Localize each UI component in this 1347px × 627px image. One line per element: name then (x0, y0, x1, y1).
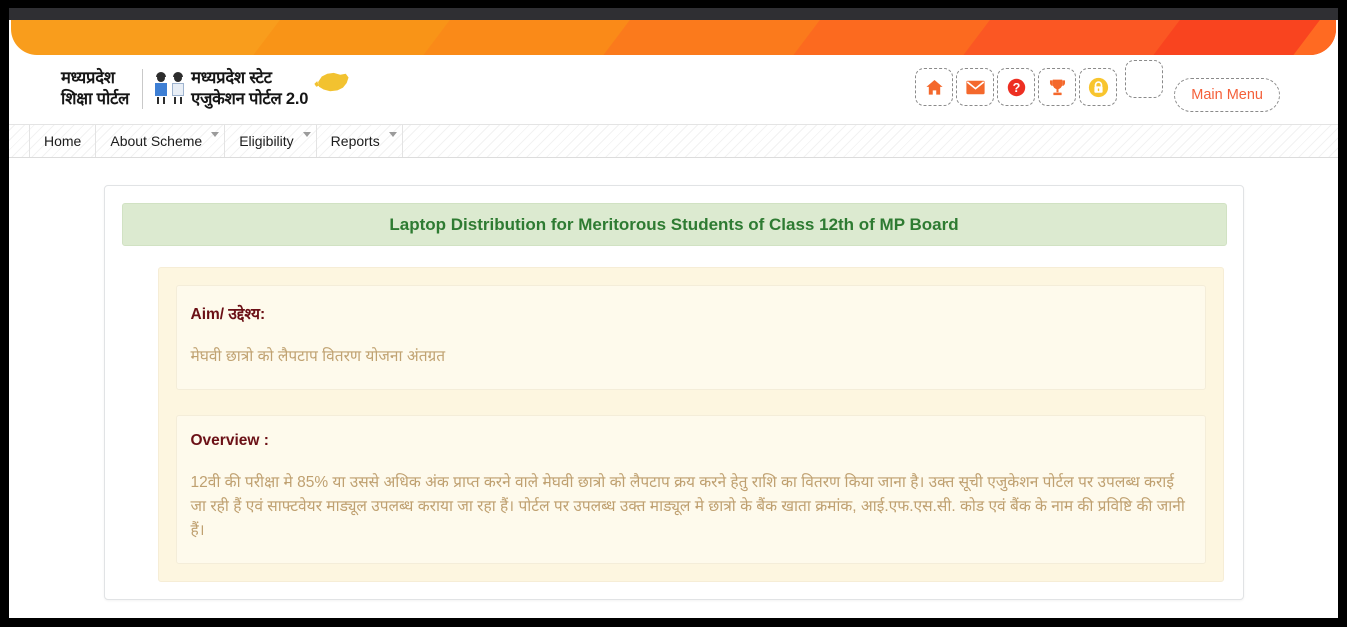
nav-item-reports[interactable]: Reports (317, 125, 403, 157)
overview-body: 12वी की परीक्षा मे 85% या उससे अधिक अंक … (190, 474, 1185, 539)
blank-icon-button[interactable] (1125, 60, 1164, 98)
trophy-icon (1049, 79, 1065, 95)
header-action-buttons: ? Main Menu (915, 60, 1280, 112)
logo-left-line1: मध्यप्रदेश (61, 69, 115, 87)
svg-text:?: ? (1012, 80, 1020, 94)
page-body: Laptop Distribution for Meritorous Stude… (9, 158, 1338, 618)
students-icon (154, 72, 185, 106)
boy-figure-icon (171, 72, 185, 106)
nav-item-label: About Scheme (110, 133, 203, 149)
aim-heading: Aim/ उद्देश्य: (190, 306, 266, 323)
banner-gradient (11, 20, 1336, 55)
awards-icon-button[interactable] (1038, 68, 1077, 106)
scheme-details-panel: Aim/ उद्देश्य: मेघवी छात्रो को लैपटाप वि… (157, 267, 1224, 582)
logo-right-line2: एजुकेशन पोर्टल 2.0 (191, 90, 309, 108)
page-title: Laptop Distribution for Meritorous Stude… (121, 203, 1227, 246)
nav-empty-space (403, 125, 1338, 157)
nav-item-label: Eligibility (239, 133, 294, 149)
nav-item-label: Home (44, 133, 82, 149)
logo-divider (142, 69, 144, 109)
scheme-content-card: Laptop Distribution for Meritorous Stude… (103, 185, 1244, 600)
chevron-down-icon (211, 132, 220, 137)
home-icon (926, 79, 943, 95)
home-icon-button[interactable] (915, 68, 954, 106)
logo-right-line1: मध्यप्रदेश स्टेट (191, 69, 272, 87)
lock-circle-icon (1088, 77, 1108, 97)
overview-section: Overview : 12वी की परीक्षा मे 85% या उसस… (175, 415, 1206, 564)
help-icon-button[interactable]: ? (997, 68, 1036, 106)
logo-left-text: मध्यप्रदेश शिक्षा पोर्टल (61, 68, 129, 110)
overview-heading: Overview : (190, 432, 269, 449)
window-title-bar (9, 8, 1338, 20)
page-viewport: मध्यप्रदेश शिक्षा पोर्टल मध्यप्रदेश स्टे… (9, 20, 1338, 618)
top-orange-banner (9, 20, 1338, 55)
envelope-icon (966, 80, 985, 94)
main-navigation: Home About Scheme Eligibility Reports (9, 124, 1338, 158)
chevron-down-icon (388, 132, 397, 137)
madhya-pradesh-map-icon (314, 72, 349, 92)
browser-frame: मध्यप्रदेश शिक्षा पोर्टल मध्यप्रदेश स्टे… (0, 0, 1347, 627)
nav-item-about-scheme[interactable]: About Scheme (96, 125, 226, 157)
logo-right-text: मध्यप्रदेश स्टेट एजुकेशन पोर्टल 2.0 (191, 68, 308, 110)
aim-section: Aim/ उद्देश्य: मेघवी छात्रो को लैपटाप वि… (175, 285, 1206, 390)
nav-item-label: Reports (330, 133, 380, 149)
girl-figure-icon (154, 72, 168, 106)
main-menu-button[interactable]: Main Menu (1174, 78, 1280, 112)
chevron-down-icon (302, 132, 311, 137)
logo-left-line2: शिक्षा पोर्टल (61, 90, 130, 108)
mail-icon-button[interactable] (956, 68, 995, 106)
nav-item-eligibility[interactable]: Eligibility (225, 125, 317, 157)
aim-body: मेघवी छात्रो को लैपटाप वितरण योजना अंतग्… (190, 348, 446, 365)
site-logo[interactable]: मध्यप्रदेश शिक्षा पोर्टल मध्यप्रदेश स्टे… (61, 63, 350, 115)
nav-item-home[interactable]: Home (29, 125, 97, 157)
site-header: मध्यप्रदेश शिक्षा पोर्टल मध्यप्रदेश स्टे… (9, 55, 1338, 124)
login-icon-button[interactable] (1079, 68, 1118, 106)
question-circle-icon: ? (1007, 78, 1025, 96)
